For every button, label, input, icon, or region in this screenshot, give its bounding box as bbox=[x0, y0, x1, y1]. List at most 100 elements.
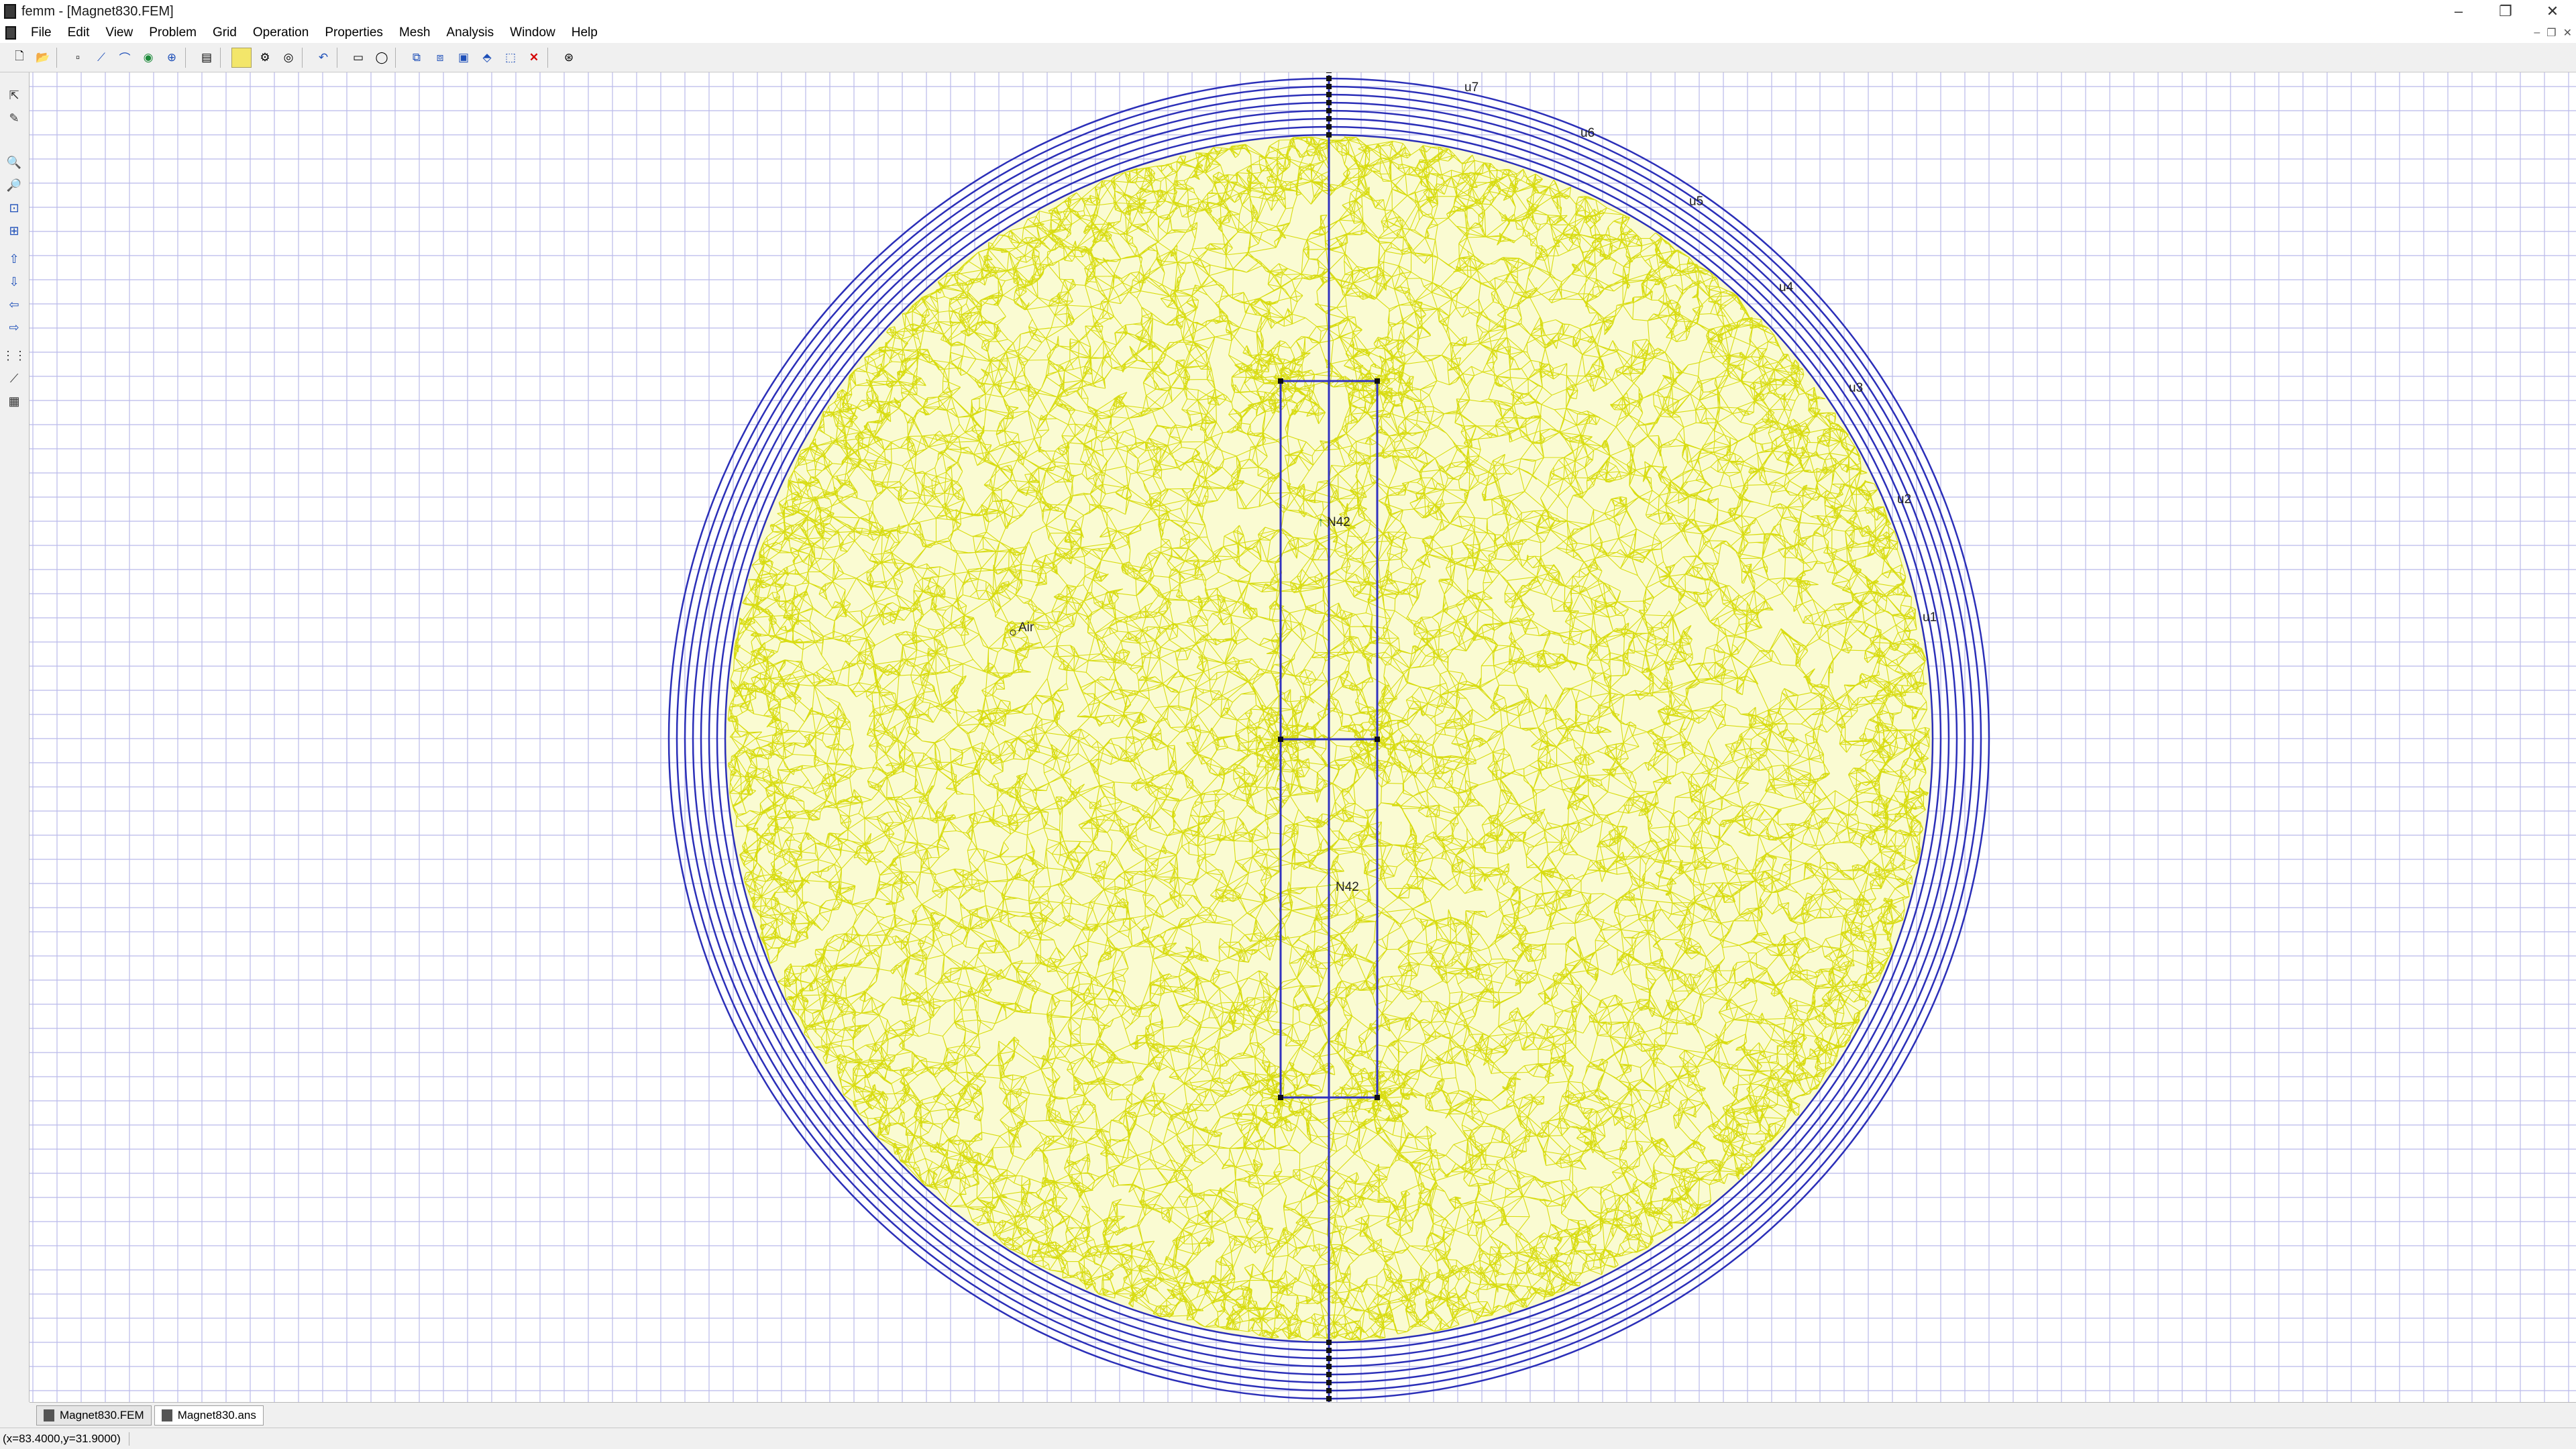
shell-label-u1[interactable]: u1 bbox=[1923, 610, 1937, 625]
delete-icon[interactable]: ✕ bbox=[524, 48, 544, 68]
shell-label-u7[interactable]: u7 bbox=[1464, 80, 1479, 95]
node-mode-icon[interactable]: ▫ bbox=[68, 48, 88, 68]
geometry-node[interactable] bbox=[1326, 108, 1332, 113]
pan-up-icon[interactable]: ⇧ bbox=[4, 250, 24, 268]
menu-edit[interactable]: Edit bbox=[60, 23, 98, 43]
geometry-node[interactable] bbox=[1326, 72, 1332, 73]
mdi-minimize-button[interactable]: – bbox=[2534, 27, 2540, 39]
menu-bar: File Edit View Problem Grid Operation Pr… bbox=[0, 23, 2576, 44]
geometry-node[interactable] bbox=[1326, 1348, 1332, 1353]
menu-view[interactable]: View bbox=[97, 23, 141, 43]
menu-file[interactable]: File bbox=[23, 23, 60, 43]
rectangle-icon[interactable]: ▭ bbox=[348, 48, 368, 68]
magnet-label-bottom[interactable]: N42 bbox=[1336, 880, 1359, 894]
view-toolbar: ⇱ ✎ 🔍 🔎 ⊡ ⊞ ⇧ ⇩ ⇦ ⇨ ⋮⋮ ⟋ ▦ bbox=[0, 72, 30, 1402]
geometry-node[interactable] bbox=[1278, 1095, 1283, 1100]
zoom-natural-icon[interactable]: ⊡ bbox=[4, 199, 24, 217]
fem-doc-icon bbox=[44, 1409, 54, 1421]
geometry-node[interactable] bbox=[1278, 378, 1283, 384]
title-bar: femm - [Magnet830.FEM] – ❐ ✕ bbox=[0, 0, 2576, 23]
view-results-icon[interactable]: ◎ bbox=[278, 48, 299, 68]
geometry-node[interactable] bbox=[1375, 378, 1380, 384]
new-file-icon[interactable]: 🗋 bbox=[9, 48, 30, 68]
document-icon[interactable] bbox=[5, 26, 16, 40]
menu-grid[interactable]: Grid bbox=[205, 23, 245, 43]
air-label[interactable]: Air bbox=[1018, 621, 1034, 635]
shell-label-u5[interactable]: u5 bbox=[1689, 195, 1703, 209]
run-analysis-icon[interactable]: ⚙ bbox=[255, 48, 275, 68]
edit-pen-icon[interactable]: ✎ bbox=[4, 109, 24, 127]
zoom-window-icon[interactable]: ⊞ bbox=[4, 221, 24, 240]
open-folder-icon[interactable]: 📂 bbox=[33, 48, 53, 68]
geometry-node[interactable] bbox=[1326, 1388, 1332, 1393]
shell-label-u3[interactable]: u3 bbox=[1849, 381, 1863, 395]
grid-size-icon[interactable]: ▦ bbox=[4, 392, 24, 411]
snap-grid-icon[interactable]: ⟋ bbox=[4, 369, 24, 388]
coordinate-readout: (x=83.4000,y=31.9000) bbox=[3, 1432, 129, 1446]
menu-properties[interactable]: Properties bbox=[317, 23, 391, 43]
geometry-node[interactable] bbox=[1278, 737, 1283, 742]
geometry-node[interactable] bbox=[1326, 1340, 1332, 1345]
select-window-icon[interactable]: ⬚ bbox=[500, 48, 521, 68]
window-title: femm - [Magnet830.FEM] bbox=[21, 3, 174, 19]
shell-label-u4[interactable]: u4 bbox=[1779, 280, 1794, 294]
circle-icon[interactable]: ◯ bbox=[372, 48, 392, 68]
menu-operation[interactable]: Operation bbox=[245, 23, 317, 43]
menu-window[interactable]: Window bbox=[502, 23, 564, 43]
geometry-node[interactable] bbox=[1375, 737, 1380, 742]
mdi-close-button[interactable]: ✕ bbox=[2563, 26, 2572, 40]
shell-label-u2[interactable]: u2 bbox=[1897, 492, 1911, 506]
geometry-node[interactable] bbox=[1326, 1396, 1332, 1401]
magnet-label-top[interactable]: N42 bbox=[1327, 515, 1350, 529]
toolbar-separator bbox=[56, 47, 64, 68]
pan-down-icon[interactable]: ⇩ bbox=[4, 272, 24, 291]
block-label-icon[interactable]: ◉ bbox=[138, 48, 158, 68]
mdi-restore-button[interactable]: ❐ bbox=[2546, 26, 2556, 40]
geometry-node[interactable] bbox=[1375, 1095, 1380, 1100]
geometry-node[interactable] bbox=[1326, 124, 1332, 129]
geometry-node[interactable] bbox=[1326, 76, 1332, 81]
scale-icon[interactable]: ▣ bbox=[453, 48, 474, 68]
mdi-controls: – ❐ ✕ bbox=[2534, 23, 2572, 43]
restore-button[interactable]: ❐ bbox=[2482, 0, 2529, 23]
undo-icon[interactable]: ↶ bbox=[313, 48, 333, 68]
geometry-node[interactable] bbox=[1326, 84, 1332, 89]
arc-segment-icon[interactable]: ⌒ bbox=[115, 48, 135, 68]
magnetization-arrow-icon: ↑ bbox=[1318, 515, 1324, 529]
geometry-node[interactable] bbox=[1326, 1364, 1332, 1369]
zoom-out-icon[interactable]: 🔎 bbox=[4, 176, 24, 195]
geometry-node[interactable] bbox=[1326, 100, 1332, 105]
menu-analysis[interactable]: Analysis bbox=[438, 23, 502, 43]
drawing-canvas[interactable]: Air ↑ N42 ↑ N42 u7 u6 u5 u4 u3 u2 u1 bbox=[30, 72, 2576, 1402]
pan-left-icon[interactable]: ⇦ bbox=[4, 295, 24, 314]
move-icon[interactable]: ⧈ bbox=[430, 48, 450, 68]
properties-icon[interactable]: ▤ bbox=[197, 48, 217, 68]
show-grid-icon[interactable]: ⋮⋮ bbox=[2, 346, 26, 365]
menu-mesh[interactable]: Mesh bbox=[391, 23, 438, 43]
tab-ans-document[interactable]: Magnet830.ans bbox=[154, 1405, 264, 1426]
pan-right-icon[interactable]: ⇨ bbox=[4, 318, 24, 337]
mirror-icon[interactable]: ⬘ bbox=[477, 48, 497, 68]
geometry-node[interactable] bbox=[1326, 116, 1332, 121]
toolbar-separator bbox=[547, 47, 555, 68]
select-arrow-icon[interactable]: ⇱ bbox=[4, 86, 24, 105]
close-button[interactable]: ✕ bbox=[2529, 0, 2576, 23]
menu-help[interactable]: Help bbox=[564, 23, 606, 43]
zoom-in-icon[interactable]: 🔍 bbox=[4, 153, 24, 172]
geometry-node[interactable] bbox=[1326, 132, 1332, 138]
tab-fem-document[interactable]: Magnet830.FEM bbox=[36, 1405, 152, 1426]
settings-icon[interactable]: ⊛ bbox=[559, 48, 579, 68]
toolbar-separator bbox=[302, 47, 309, 68]
minimize-button[interactable]: – bbox=[2435, 0, 2482, 23]
segment-mode-icon[interactable]: ⟋ bbox=[91, 48, 111, 68]
copy-icon[interactable]: ⧉ bbox=[407, 48, 427, 68]
group-mode-icon[interactable]: ⊕ bbox=[162, 48, 182, 68]
geometry-node[interactable] bbox=[1326, 92, 1332, 97]
geometry-node[interactable] bbox=[1326, 1372, 1332, 1377]
menu-problem[interactable]: Problem bbox=[141, 23, 205, 43]
geometry-node[interactable] bbox=[1326, 1380, 1332, 1385]
geometry-node[interactable] bbox=[1326, 1356, 1332, 1361]
mesh-icon[interactable] bbox=[231, 47, 252, 68]
shell-label-u6[interactable]: u6 bbox=[1580, 126, 1595, 140]
canvas-svg[interactable]: Air ↑ N42 ↑ N42 u7 u6 u5 u4 u3 u2 u1 bbox=[30, 72, 2576, 1402]
